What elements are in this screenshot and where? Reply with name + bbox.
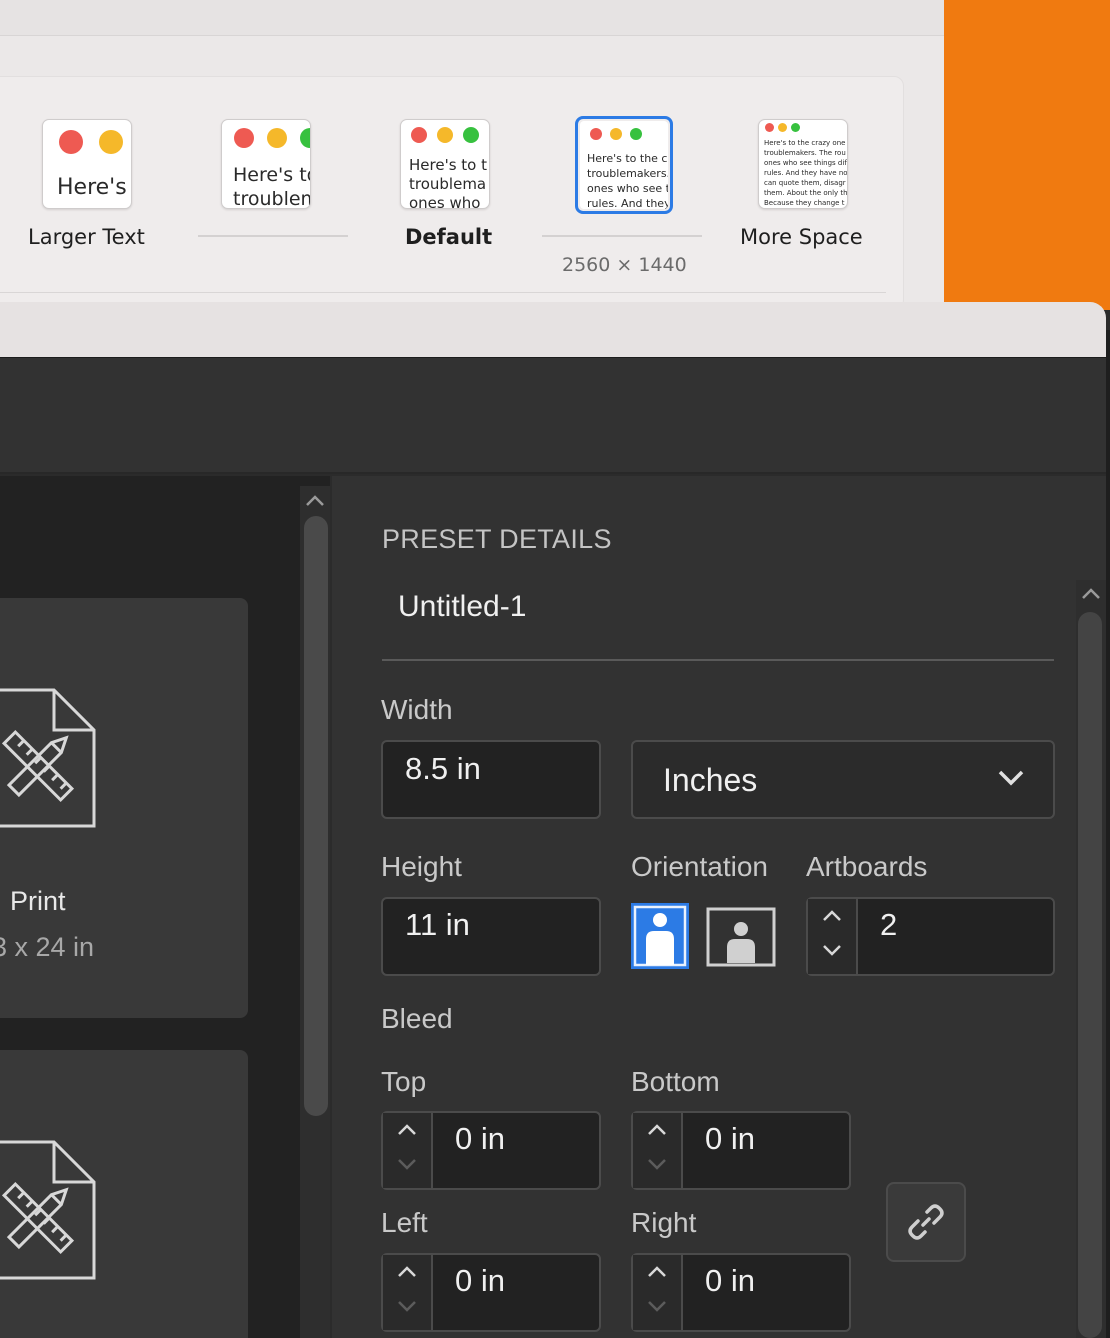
chevron-up-icon[interactable]	[633, 1123, 681, 1137]
close-dot-icon	[765, 123, 774, 132]
panel-divider	[0, 292, 886, 293]
chevron-down-icon[interactable]	[383, 1157, 431, 1171]
chevron-down-icon	[998, 770, 1024, 786]
bleed-top-label: Top	[381, 1066, 427, 1097]
preview-text: Here's to t troublema ones who	[409, 156, 487, 209]
resolution-option-selected[interactable]: Here's to the cr troublemakers. ones who…	[575, 116, 673, 214]
bleed-bottom-stepper	[633, 1113, 683, 1188]
orientation-label: Orientation	[631, 851, 768, 882]
artboards-label: Artboards	[806, 851, 928, 882]
zoom-dot-icon	[463, 127, 479, 143]
close-dot-icon	[234, 128, 254, 148]
chevron-up-icon[interactable]	[383, 1123, 431, 1137]
bleed-label: Bleed	[381, 1003, 453, 1034]
minimize-dot-icon	[267, 128, 287, 148]
chevron-up-icon[interactable]	[383, 1265, 431, 1279]
bleed-bottom-value: 0 in	[705, 1121, 755, 1156]
document-ruler-pencil-icon	[0, 688, 96, 828]
bleed-right-field[interactable]: 0 in	[631, 1253, 851, 1332]
preset-list-scroll-thumb[interactable]	[304, 516, 328, 1116]
units-value: Inches	[663, 762, 758, 798]
close-dot-icon	[59, 130, 83, 154]
height-label: Height	[381, 851, 462, 882]
chevron-down-icon[interactable]	[633, 1299, 681, 1313]
chevron-down-icon[interactable]	[633, 1157, 681, 1171]
bleed-left-field[interactable]: 0 in	[381, 1253, 601, 1332]
resolution-separator	[198, 235, 348, 237]
bleed-left-label: Left	[381, 1207, 428, 1238]
zoom-dot-icon	[630, 128, 642, 140]
dialog-header-area	[0, 358, 1106, 474]
document-ruler-pencil-icon	[0, 1140, 96, 1280]
preview-text: Here's	[57, 175, 127, 200]
zoom-dot-icon	[300, 128, 310, 148]
minimize-dot-icon	[99, 130, 123, 154]
preset-card-size: 3 x 24 in	[0, 932, 95, 962]
bleed-right-label: Right	[631, 1207, 697, 1238]
height-value: 11 in	[405, 907, 470, 942]
resolution-size: 2560 × 1440	[562, 254, 687, 276]
width-label: Width	[381, 694, 453, 725]
width-value: 8.5 in	[405, 751, 481, 786]
resolution-option-default[interactable]: Here's to t troublema ones who	[400, 119, 490, 209]
desktop-background	[944, 0, 1110, 310]
preview-text: Here's to the cr troublemakers. ones who…	[587, 152, 668, 209]
width-field[interactable]: 8.5 in	[381, 740, 601, 819]
bleed-top-value: 0 in	[455, 1121, 505, 1156]
preset-card-2[interactable]	[0, 1050, 248, 1338]
preset-list: Print 3 x 24 in	[0, 476, 330, 1338]
close-dot-icon	[411, 127, 427, 143]
minimize-dot-icon	[778, 123, 787, 132]
dialog-edge	[1106, 330, 1110, 1338]
section-title: PRESET DETAILS	[382, 524, 612, 554]
close-dot-icon	[590, 128, 602, 140]
zoom-dot-icon	[791, 123, 800, 132]
chevron-down-icon[interactable]	[383, 1299, 431, 1313]
resolution-label-more-space: More Space	[740, 225, 863, 249]
portrait-orientation-button[interactable]	[631, 903, 689, 969]
artboards-field[interactable]: 2	[806, 897, 1055, 976]
document-name-underline	[382, 659, 1054, 661]
height-field[interactable]: 11 in	[381, 897, 601, 976]
resolution-label-default: Default	[405, 225, 493, 249]
dialog-titlebar	[0, 302, 1106, 358]
landscape-orientation-button[interactable]	[706, 907, 776, 967]
resolution-label-larger-text: Larger Text	[28, 225, 145, 249]
minimize-dot-icon	[437, 127, 453, 143]
bleed-top-field[interactable]: 0 in	[381, 1111, 601, 1190]
preset-card-title: Print	[10, 886, 66, 916]
artboards-stepper	[808, 899, 858, 974]
chevron-up-icon[interactable]	[808, 909, 856, 923]
window-titlebar	[0, 0, 944, 36]
preset-details-scroll-thumb[interactable]	[1078, 612, 1102, 1338]
resolution-option-2[interactable]: Here's to troublem	[221, 119, 311, 209]
link-icon	[908, 1204, 944, 1240]
units-dropdown[interactable]: Inches	[631, 740, 1055, 819]
resolution-option-more-space[interactable]: Here's to the crazy one troublemakers. T…	[758, 119, 848, 209]
selected-thumbnail: Here's to the cr troublemakers. ones who…	[580, 121, 668, 209]
bleed-top-stepper	[383, 1113, 433, 1188]
document-name-input[interactable]: Untitled-1	[398, 590, 526, 624]
chevron-down-icon[interactable]	[808, 943, 856, 957]
preview-text: Here's to the crazy one troublemakers. T…	[764, 139, 848, 207]
link-bleed-button[interactable]	[886, 1182, 966, 1262]
scroll-up-icon[interactable]	[304, 494, 326, 508]
bleed-left-stepper	[383, 1255, 433, 1330]
bleed-right-stepper	[633, 1255, 683, 1330]
preset-card-print[interactable]: Print 3 x 24 in	[0, 598, 248, 1018]
bleed-bottom-field[interactable]: 0 in	[631, 1111, 851, 1190]
artboards-value: 2	[880, 907, 898, 942]
resolution-option-larger-text[interactable]: Here's	[42, 119, 132, 209]
display-settings-window: Here's Larger Text Here's to troublem He…	[0, 0, 944, 310]
scroll-up-icon[interactable]	[1080, 587, 1102, 601]
preview-text: Here's to troublem	[233, 164, 311, 209]
minimize-dot-icon	[610, 128, 622, 140]
chevron-up-icon[interactable]	[633, 1265, 681, 1279]
bleed-left-value: 0 in	[455, 1263, 505, 1298]
bleed-bottom-label: Bottom	[631, 1066, 720, 1097]
bleed-right-value: 0 in	[705, 1263, 755, 1298]
resolution-separator	[542, 235, 702, 237]
